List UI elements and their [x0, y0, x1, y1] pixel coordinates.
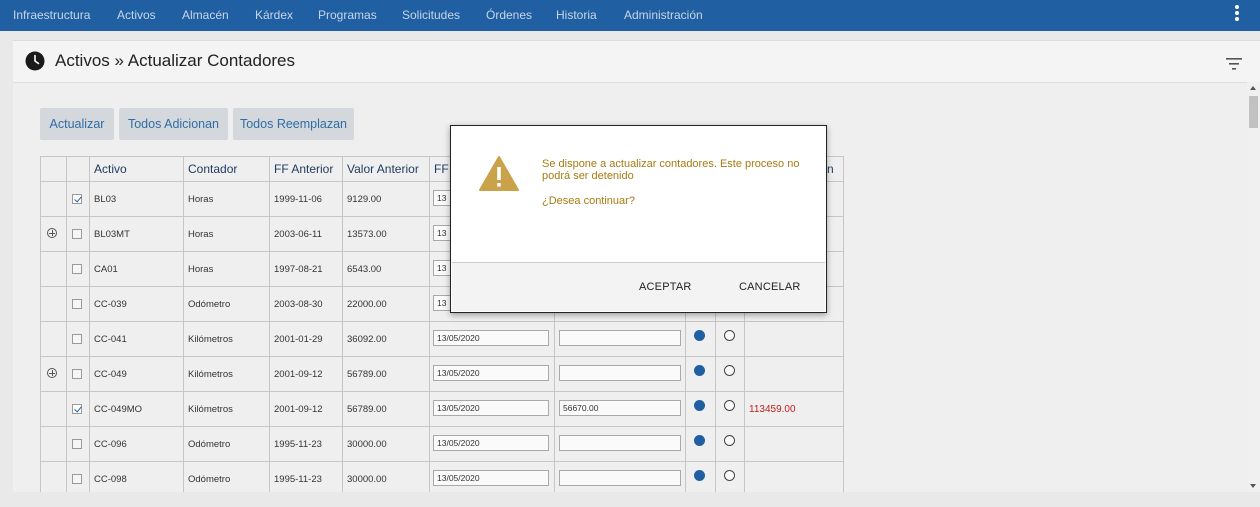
dialog-footer: ACEPTAR CANCELAR — [452, 262, 825, 311]
dialog-question: ¿Desea continuar? — [542, 195, 635, 207]
accept-button[interactable]: ACEPTAR — [639, 281, 692, 293]
dialog-message: Se dispone a actualizar contadores. Este… — [542, 158, 800, 182]
warning-icon — [479, 156, 519, 191]
confirm-dialog: Se dispone a actualizar contadores. Este… — [450, 125, 827, 313]
cancel-button[interactable]: CANCELAR — [739, 281, 801, 293]
